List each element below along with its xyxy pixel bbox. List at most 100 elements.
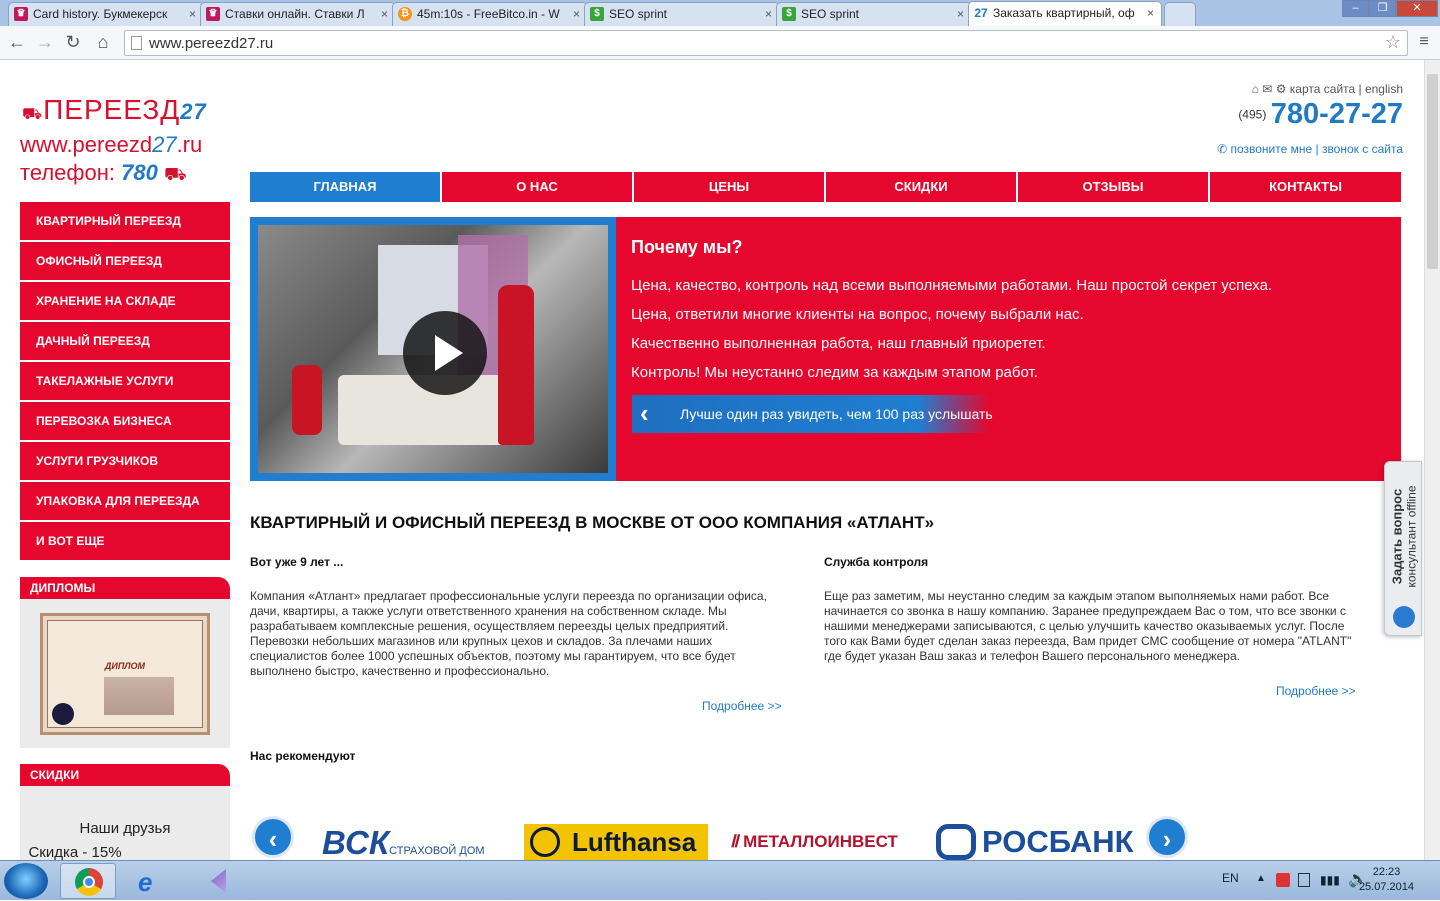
brand-metalloinvest-logo[interactable]: Ⅱ МЕТАЛЛОИНВЕСТ [730, 824, 898, 860]
home-icon[interactable]: ⌂ [92, 31, 114, 53]
language-indicator[interactable]: EN [1222, 871, 1239, 885]
bookmark-star-icon[interactable]: ☆ [1385, 32, 1401, 53]
url-text: www.pereezd27.ru [149, 35, 274, 52]
col1-more-link[interactable]: Подробнее >> [702, 699, 782, 713]
tab-favicon-icon: ₿ [398, 7, 412, 21]
nav-contacts[interactable]: КОНТАКТЫ [1210, 172, 1401, 202]
system-tray: EN ▲ ▮▮▮ 🔈 22:23 25.07.2014 [1180, 861, 1440, 901]
ie-taskbar-icon[interactable]: e [124, 863, 180, 899]
tab-close-icon[interactable]: × [1147, 2, 1154, 24]
browser-tab[interactable]: ₿ 45m:10s - FreeBitco.in - W × [392, 2, 588, 26]
browser-tab-strip: ♛ Card history. Букмекерск × ♛ Ставки он… [0, 0, 1440, 26]
col2-more-link[interactable]: Подробнее >> [1276, 684, 1356, 698]
logo-url: www.pereezd27.ru [20, 132, 203, 157]
tab-close-icon[interactable]: × [189, 3, 196, 25]
sidebar-item-movers[interactable]: УСЛУГИ ГРУЗЧИКОВ [20, 442, 230, 480]
maximize-icon[interactable]: ❐ [1369, 0, 1396, 17]
sidebar-item-rigging[interactable]: ТАКЕЛАЖНЫЕ УСЛУГИ [20, 362, 230, 400]
sidebar-item-more[interactable]: И ВОТ ЕЩЕ [20, 522, 230, 560]
tab-close-icon[interactable]: × [957, 3, 964, 25]
tab-close-icon[interactable]: × [381, 3, 388, 25]
clock[interactable]: 22:23 25.07.2014 [1359, 865, 1414, 895]
browser-tab[interactable]: $ SEO sprint × [584, 2, 780, 26]
tab-favicon-icon: $ [782, 7, 796, 21]
browser-tab-active[interactable]: 27 Заказать квартирный, оф × [968, 1, 1162, 26]
tray-flag-icon[interactable] [1298, 873, 1310, 887]
hero-line: Цена, качество, контроль над всеми выпол… [631, 277, 1273, 294]
logo-movers-icon: ⛟ [22, 106, 44, 123]
tab-favicon-icon: 27 [974, 6, 988, 20]
tab-title: Card history. Букмекерск [33, 7, 168, 21]
start-button[interactable] [4, 863, 48, 899]
hero-text: Почему мы? Цена, качество, контроль над … [631, 237, 1391, 387]
discount-line1: Наши друзья [79, 820, 171, 837]
top-links: ⌂ ✉ ⚙ карта сайта | english [1252, 82, 1403, 96]
tray-app-icon[interactable] [1276, 873, 1290, 887]
video-thumbnail[interactable] [258, 225, 608, 473]
phone-code: (495) [1238, 107, 1267, 122]
sidebar-item-country-move[interactable]: ДАЧНЫЙ ПЕРЕЕЗД [20, 322, 230, 360]
video-frame [250, 217, 616, 481]
vertical-scrollbar[interactable] [1424, 60, 1440, 860]
hero-line: Контроль! Мы неустанно следим за каждым … [631, 364, 1038, 381]
hero-line: Цена, ответили многие клиенты на вопрос,… [631, 306, 1084, 323]
callback-links[interactable]: ✆ позвоните мне | звонок с сайта [1217, 142, 1403, 156]
tab-close-icon[interactable]: × [765, 3, 772, 25]
main-nav: ГЛАВНАЯ О НАС ЦЕНЫ СКИДКИ ОТЗЫВЫ КОНТАКТ… [250, 172, 1402, 202]
carousel-prev-button[interactable]: ‹ [252, 816, 294, 858]
tab-title: Заказать квартирный, оф [993, 6, 1135, 20]
sidebar-item-packing[interactable]: УПАКОВКА ДЛЯ ПЕРЕЕЗДА [20, 482, 230, 520]
tray-arrow-icon[interactable]: ▲ [1256, 873, 1266, 884]
ask-question-widget[interactable]: Задать вопрос консультант offline [1384, 461, 1422, 636]
mail-icon[interactable]: ✉ [1262, 82, 1272, 96]
brand-rosbank-logo[interactable]: РОСБАНК [936, 824, 1134, 860]
tab-favicon-icon: ♛ [14, 7, 28, 21]
home-small-icon[interactable]: ⌂ [1252, 82, 1259, 96]
nav-prices[interactable]: ЦЕНЫ [634, 172, 824, 202]
back-icon[interactable]: ← [6, 31, 28, 53]
minimize-icon[interactable]: – [1342, 0, 1369, 17]
app-taskbar-icon[interactable] [184, 863, 240, 899]
close-window-icon[interactable]: ✕ [1396, 0, 1438, 17]
tab-close-icon[interactable]: × [573, 3, 580, 25]
brand-vsk-logo[interactable]: ВСКСТРАХОВОЙ ДОМ [322, 824, 485, 860]
header-phone: (495) 780-27-27 [1238, 98, 1403, 131]
tab-title: Ставки онлайн. Ставки Л [225, 7, 365, 21]
page-title: КВАРТИРНЫЙ И ОФИСНЫЙ ПЕРЕЕЗД В МОСКВЕ ОТ… [250, 513, 935, 532]
sidebar-item-office-move[interactable]: ОФИСНЫЙ ПЕРЕЕЗД [20, 242, 230, 280]
sidebar-item-business-transport[interactable]: ПЕРЕВОЗКА БИЗНЕСА [20, 402, 230, 440]
carousel-next-button[interactable]: › [1146, 816, 1188, 858]
phone-number: 780-27-27 [1270, 98, 1403, 130]
nav-about[interactable]: О НАС [442, 172, 632, 202]
menu-icon[interactable]: ≡ [1413, 31, 1435, 53]
nav-home[interactable]: ГЛАВНАЯ [250, 172, 440, 202]
discounts-title: СКИДКИ [20, 764, 230, 786]
sitemap-icon[interactable]: ⚙ [1276, 82, 1287, 96]
diploma-image[interactable]: ДИПЛОМ [40, 613, 210, 735]
nav-reviews[interactable]: ОТЗЫВЫ [1018, 172, 1208, 202]
hero-cta-label: Лучше один раз увидеть, чем 100 раз услы… [680, 406, 993, 422]
discounts-box: Наши друзья Скидка - 15% [20, 786, 230, 860]
tab-title: SEO sprint [801, 7, 860, 21]
address-bar[interactable]: www.pereezd27.ru ☆ [124, 30, 1408, 56]
chrome-taskbar-icon[interactable] [60, 863, 116, 899]
sidebar-item-apartment-move[interactable]: КВАРТИРНЫЙ ПЕРЕЕЗД [20, 202, 230, 240]
forward-icon[interactable]: → [34, 31, 56, 53]
nav-discounts[interactable]: СКИДКИ [826, 172, 1016, 202]
sidebar-item-storage[interactable]: ХРАНЕНИЕ НА СКЛАДЕ [20, 282, 230, 320]
sidebar-menu: КВАРТИРНЫЙ ПЕРЕЕЗД ОФИСНЫЙ ПЕРЕЕЗД ХРАНЕ… [20, 202, 230, 562]
reload-icon[interactable]: ↻ [62, 31, 84, 53]
brand-lufthansa-logo[interactable]: Lufthansa [524, 824, 708, 860]
windows-taskbar: e EN ▲ ▮▮▮ 🔈 22:23 25.07.2014 [0, 860, 1440, 900]
scrollbar-thumb[interactable] [1427, 74, 1438, 269]
logo-mover-icon: ⛟ [163, 164, 187, 184]
new-tab-button[interactable] [1164, 2, 1196, 26]
hero-title: Почему мы? [631, 237, 743, 257]
play-icon[interactable] [403, 311, 487, 395]
network-icon[interactable]: ▮▮▮ [1320, 873, 1340, 887]
sitemap-english-links[interactable]: карта сайта | english [1290, 82, 1403, 96]
hero-cta-button[interactable]: ‹ Лучше один раз увидеть, чем 100 раз ус… [632, 395, 993, 433]
browser-tab[interactable]: $ SEO sprint × [776, 2, 972, 26]
browser-tab[interactable]: ♛ Card history. Букмекерск × [8, 2, 204, 26]
browser-tab[interactable]: ♛ Ставки онлайн. Ставки Л × [200, 2, 396, 26]
